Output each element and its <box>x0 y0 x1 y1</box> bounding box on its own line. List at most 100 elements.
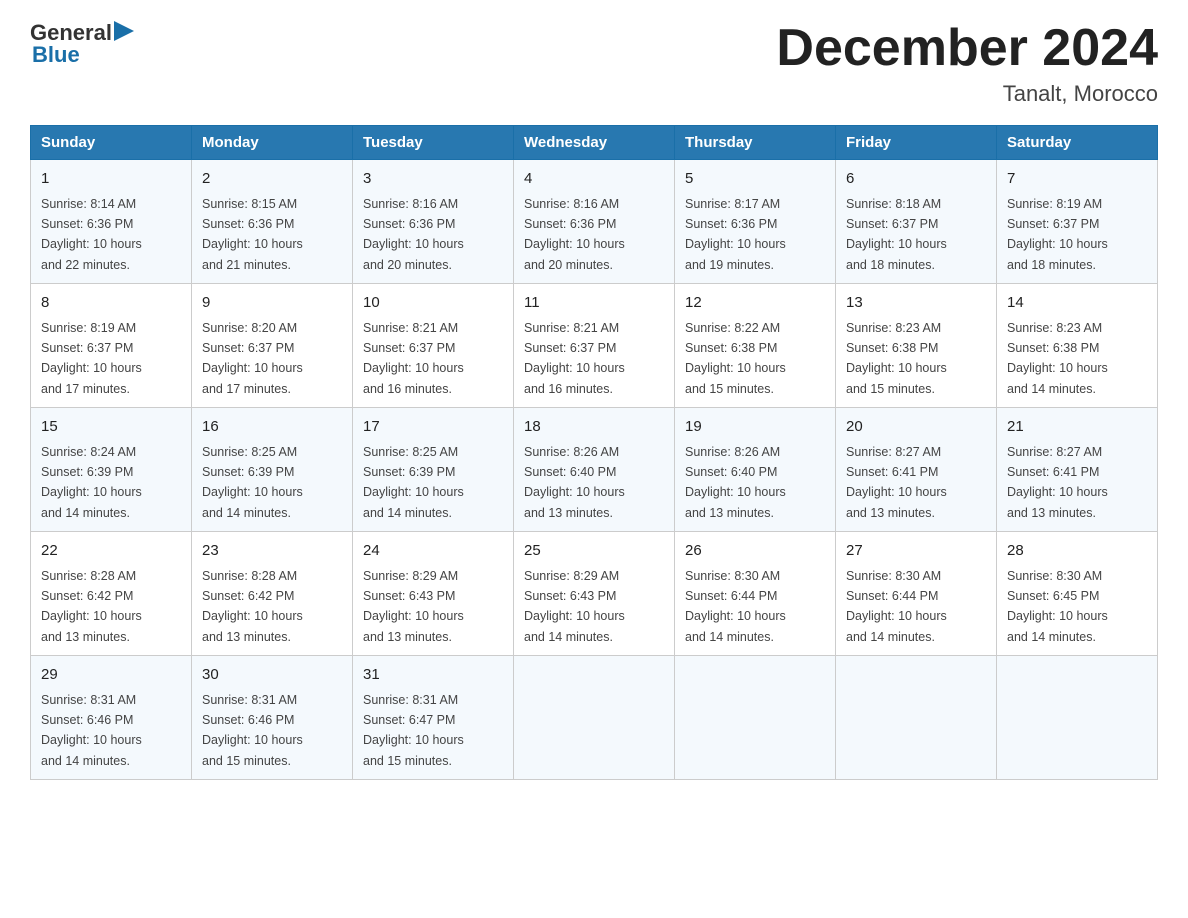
calendar-cell: 27 Sunrise: 8:30 AMSunset: 6:44 PMDayligh… <box>836 532 997 656</box>
calendar-body: 1Sunrise: 8:14 AMSunset: 6:36 PMDaylight… <box>31 160 1158 780</box>
day-info: Sunrise: 8:21 AMSunset: 6:37 PMDaylight:… <box>524 321 625 396</box>
day-info: Sunrise: 8:26 AMSunset: 6:40 PMDaylight:… <box>524 445 625 520</box>
weekday-header-monday: Monday <box>192 126 353 160</box>
calendar-cell: 11 Sunrise: 8:21 AMSunset: 6:37 PMDayligh… <box>514 284 675 408</box>
day-number: 18 <box>524 416 664 439</box>
day-number: 7 <box>1007 168 1147 191</box>
day-number: 14 <box>1007 292 1147 315</box>
day-number: 27 <box>846 540 986 563</box>
day-number: 24 <box>363 540 503 563</box>
weekday-header-thursday: Thursday <box>675 126 836 160</box>
calendar-table: SundayMondayTuesdayWednesdayThursdayFrid… <box>30 125 1158 780</box>
calendar-cell: 14Sunrise: 8:23 AMSunset: 6:38 PMDayligh… <box>997 284 1158 408</box>
day-info: Sunrise: 8:31 AMSunset: 6:46 PMDaylight:… <box>202 693 303 768</box>
day-number: 10 <box>363 292 503 315</box>
day-info: Sunrise: 8:29 AMSunset: 6:43 PMDaylight:… <box>524 569 625 644</box>
calendar-cell: 4Sunrise: 8:16 AMSunset: 6:36 PMDaylight… <box>514 160 675 284</box>
calendar-week-row: 22 Sunrise: 8:28 AMSunset: 6:42 PMDayligh… <box>31 532 1158 656</box>
day-number: 13 <box>846 292 986 315</box>
calendar-cell: 28 Sunrise: 8:30 AMSunset: 6:45 PMDayligh… <box>997 532 1158 656</box>
day-info: Sunrise: 8:28 AMSunset: 6:42 PMDaylight:… <box>202 569 303 644</box>
calendar-cell: 10 Sunrise: 8:21 AMSunset: 6:37 PMDayligh… <box>353 284 514 408</box>
calendar-week-row: 15Sunrise: 8:24 AMSunset: 6:39 PMDayligh… <box>31 408 1158 532</box>
weekday-header-sunday: Sunday <box>31 126 192 160</box>
logo: General Blue <box>30 20 134 68</box>
calendar-cell <box>675 656 836 780</box>
calendar-cell: 9 Sunrise: 8:20 AMSunset: 6:37 PMDaylight… <box>192 284 353 408</box>
day-info: Sunrise: 8:29 AMSunset: 6:43 PMDaylight:… <box>363 569 464 644</box>
calendar-cell: 15Sunrise: 8:24 AMSunset: 6:39 PMDayligh… <box>31 408 192 532</box>
day-number: 19 <box>685 416 825 439</box>
day-info: Sunrise: 8:16 AMSunset: 6:36 PMDaylight:… <box>524 197 625 272</box>
day-info: Sunrise: 8:28 AMSunset: 6:42 PMDaylight:… <box>41 569 142 644</box>
calendar-cell: 13 Sunrise: 8:23 AMSunset: 6:38 PMDayligh… <box>836 284 997 408</box>
weekday-header-friday: Friday <box>836 126 997 160</box>
day-info: Sunrise: 8:27 AMSunset: 6:41 PMDaylight:… <box>1007 445 1108 520</box>
day-info: Sunrise: 8:15 AMSunset: 6:36 PMDaylight:… <box>202 197 303 272</box>
day-number: 15 <box>41 416 181 439</box>
month-title: December 2024 <box>776 20 1158 77</box>
page-header: General Blue December 2024 Tanalt, Moroc… <box>30 20 1158 107</box>
day-number: 17 <box>363 416 503 439</box>
day-number: 12 <box>685 292 825 315</box>
day-info: Sunrise: 8:19 AMSunset: 6:37 PMDaylight:… <box>1007 197 1108 272</box>
day-number: 8 <box>41 292 181 315</box>
calendar-cell <box>514 656 675 780</box>
day-number: 5 <box>685 168 825 191</box>
day-number: 31 <box>363 664 503 687</box>
day-info: Sunrise: 8:19 AMSunset: 6:37 PMDaylight:… <box>41 321 142 396</box>
weekday-header-saturday: Saturday <box>997 126 1158 160</box>
day-number: 26 <box>685 540 825 563</box>
day-info: Sunrise: 8:31 AMSunset: 6:46 PMDaylight:… <box>41 693 142 768</box>
location-subtitle: Tanalt, Morocco <box>776 81 1158 107</box>
day-info: Sunrise: 8:27 AMSunset: 6:41 PMDaylight:… <box>846 445 947 520</box>
title-section: December 2024 Tanalt, Morocco <box>776 20 1158 107</box>
day-info: Sunrise: 8:16 AMSunset: 6:36 PMDaylight:… <box>363 197 464 272</box>
day-number: 23 <box>202 540 342 563</box>
day-info: Sunrise: 8:26 AMSunset: 6:40 PMDaylight:… <box>685 445 786 520</box>
calendar-cell: 2Sunrise: 8:15 AMSunset: 6:36 PMDaylight… <box>192 160 353 284</box>
calendar-week-row: 8 Sunrise: 8:19 AMSunset: 6:37 PMDaylight… <box>31 284 1158 408</box>
day-number: 21 <box>1007 416 1147 439</box>
day-number: 11 <box>524 292 664 315</box>
day-info: Sunrise: 8:23 AMSunset: 6:38 PMDaylight:… <box>846 321 947 396</box>
calendar-cell: 5 Sunrise: 8:17 AMSunset: 6:36 PMDaylight… <box>675 160 836 284</box>
day-number: 22 <box>41 540 181 563</box>
day-number: 16 <box>202 416 342 439</box>
calendar-cell: 7 Sunrise: 8:19 AMSunset: 6:37 PMDaylight… <box>997 160 1158 284</box>
day-info: Sunrise: 8:30 AMSunset: 6:44 PMDaylight:… <box>846 569 947 644</box>
calendar-cell: 22 Sunrise: 8:28 AMSunset: 6:42 PMDayligh… <box>31 532 192 656</box>
calendar-cell: 30 Sunrise: 8:31 AMSunset: 6:46 PMDayligh… <box>192 656 353 780</box>
day-number: 30 <box>202 664 342 687</box>
day-info: Sunrise: 8:17 AMSunset: 6:36 PMDaylight:… <box>685 197 786 272</box>
calendar-cell: 12 Sunrise: 8:22 AMSunset: 6:38 PMDayligh… <box>675 284 836 408</box>
calendar-cell: 3Sunrise: 8:16 AMSunset: 6:36 PMDaylight… <box>353 160 514 284</box>
calendar-cell <box>836 656 997 780</box>
calendar-cell: 21 Sunrise: 8:27 AMSunset: 6:41 PMDayligh… <box>997 408 1158 532</box>
calendar-cell: 16 Sunrise: 8:25 AMSunset: 6:39 PMDayligh… <box>192 408 353 532</box>
day-info: Sunrise: 8:25 AMSunset: 6:39 PMDaylight:… <box>202 445 303 520</box>
day-number: 25 <box>524 540 664 563</box>
day-info: Sunrise: 8:25 AMSunset: 6:39 PMDaylight:… <box>363 445 464 520</box>
calendar-cell: 25 Sunrise: 8:29 AMSunset: 6:43 PMDayligh… <box>514 532 675 656</box>
logo-blue-text: Blue <box>30 42 134 68</box>
logo-triangle-icon <box>114 21 134 41</box>
weekday-header-tuesday: Tuesday <box>353 126 514 160</box>
day-info: Sunrise: 8:14 AMSunset: 6:36 PMDaylight:… <box>41 197 142 272</box>
day-number: 29 <box>41 664 181 687</box>
calendar-cell: 29 Sunrise: 8:31 AMSunset: 6:46 PMDayligh… <box>31 656 192 780</box>
calendar-week-row: 29 Sunrise: 8:31 AMSunset: 6:46 PMDayligh… <box>31 656 1158 780</box>
calendar-cell: 23 Sunrise: 8:28 AMSunset: 6:42 PMDayligh… <box>192 532 353 656</box>
day-info: Sunrise: 8:20 AMSunset: 6:37 PMDaylight:… <box>202 321 303 396</box>
day-number: 20 <box>846 416 986 439</box>
day-info: Sunrise: 8:31 AMSunset: 6:47 PMDaylight:… <box>363 693 464 768</box>
day-number: 9 <box>202 292 342 315</box>
day-info: Sunrise: 8:18 AMSunset: 6:37 PMDaylight:… <box>846 197 947 272</box>
day-info: Sunrise: 8:30 AMSunset: 6:44 PMDaylight:… <box>685 569 786 644</box>
day-number: 28 <box>1007 540 1147 563</box>
day-info: Sunrise: 8:22 AMSunset: 6:38 PMDaylight:… <box>685 321 786 396</box>
day-info: Sunrise: 8:30 AMSunset: 6:45 PMDaylight:… <box>1007 569 1108 644</box>
calendar-cell: 24 Sunrise: 8:29 AMSunset: 6:43 PMDayligh… <box>353 532 514 656</box>
calendar-cell: 26 Sunrise: 8:30 AMSunset: 6:44 PMDayligh… <box>675 532 836 656</box>
day-info: Sunrise: 8:21 AMSunset: 6:37 PMDaylight:… <box>363 321 464 396</box>
